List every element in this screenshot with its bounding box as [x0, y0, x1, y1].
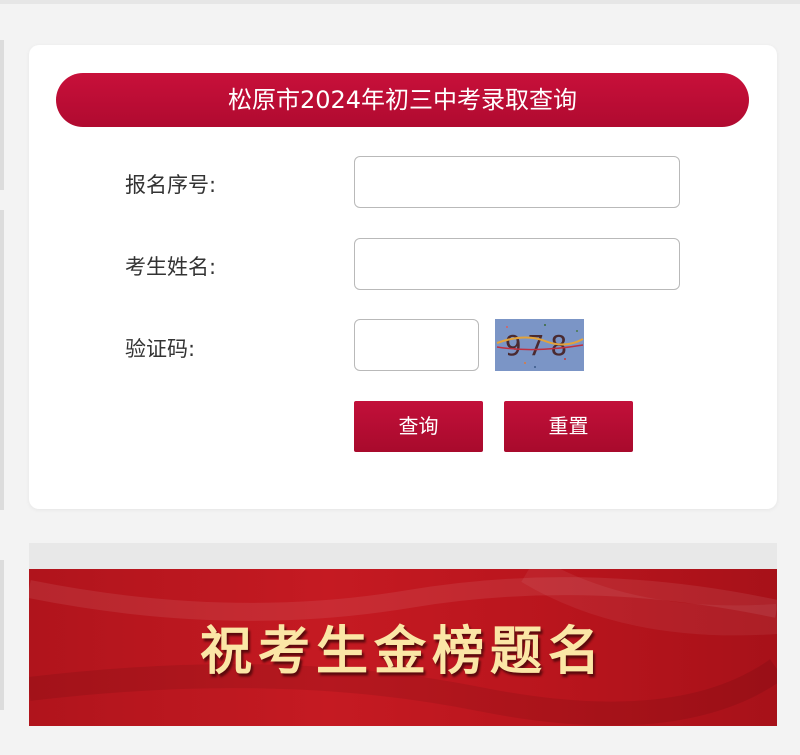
form-title: 松原市2024年初三中考录取查询: [56, 73, 749, 127]
captcha-image[interactable]: 978: [495, 319, 584, 371]
student-name-label: 考生姓名:: [125, 255, 217, 279]
left-edge-shade: [0, 560, 4, 710]
top-divider: [0, 0, 800, 4]
query-form-card: 松原市2024年初三中考录取查询 报名序号: 考生姓名: 验证码: 978 查询…: [29, 45, 777, 509]
captcha-graphic: 978: [495, 319, 584, 371]
captcha-label: 验证码:: [125, 337, 196, 361]
left-edge-shade: [0, 40, 4, 190]
left-edge-shade: [0, 210, 4, 510]
captcha-input[interactable]: [354, 319, 479, 371]
student-name-input[interactable]: [354, 238, 680, 290]
query-button[interactable]: 查询: [354, 401, 483, 452]
banner-top-strip: [29, 543, 777, 569]
reset-button[interactable]: 重置: [504, 401, 633, 452]
registration-number-label: 报名序号:: [125, 173, 217, 197]
congratulations-banner: 祝考生金榜题名: [29, 569, 777, 726]
registration-number-input[interactable]: [354, 156, 680, 208]
banner-text: 祝考生金榜题名: [199, 622, 606, 682]
